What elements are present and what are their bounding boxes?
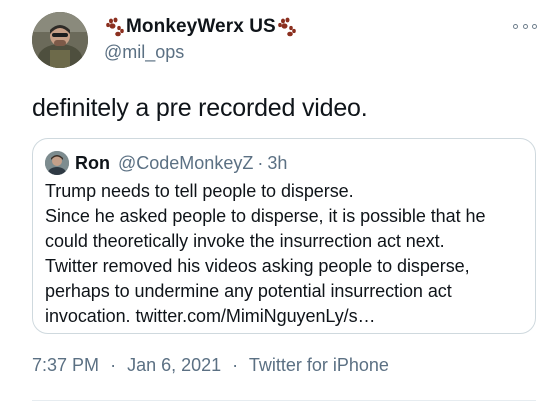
- quoted-tweet-time[interactable]: 3h: [267, 153, 287, 174]
- tweet-text: definitely a pre recorded video.: [32, 94, 368, 122]
- tweet-source[interactable]: Twitter for iPhone: [249, 355, 389, 375]
- more-options-icon[interactable]: [513, 20, 537, 32]
- tweet-time[interactable]: 7:37 PM: [32, 355, 99, 375]
- quoted-text-line: could theoretically invoke the insurrect…: [45, 231, 445, 251]
- divider: [32, 400, 536, 401]
- more-dot: [522, 23, 528, 29]
- quoted-author-handle[interactable]: @CodeMonkeyZ: [118, 153, 253, 174]
- quoted-text-line: invocation. twitter.com/MimiNguyenLy/s…: [45, 306, 376, 326]
- quoted-text-line: perhaps to undermine any potential insur…: [45, 281, 452, 301]
- quoted-author-name[interactable]: Ron: [75, 153, 110, 174]
- tweet-date[interactable]: Jan 6, 2021: [127, 355, 221, 375]
- author-avatar[interactable]: [32, 12, 88, 68]
- tweet-meta: 7:37 PM · Jan 6, 2021 · Twitter for iPho…: [32, 355, 389, 376]
- quoted-tweet-header: Ron @CodeMonkeyZ · 3h: [75, 153, 287, 174]
- quoted-tweet-text: Trump needs to tell people to disperse. …: [45, 179, 533, 329]
- quoted-text-line: Since he asked people to disperse, it is…: [45, 206, 486, 226]
- quoted-author-avatar[interactable]: [45, 151, 69, 175]
- tweet-card: MonkeyWerx US @mil_ops definitely a pre …: [0, 0, 554, 414]
- more-dot: [513, 23, 518, 29]
- paw-prints-icon: [277, 17, 297, 37]
- author-handle[interactable]: @mil_ops: [104, 42, 184, 63]
- meta-separator: ·: [110, 355, 117, 375]
- paw-prints-icon: [105, 17, 125, 37]
- author-display-name[interactable]: MonkeyWerx US: [126, 16, 276, 38]
- quoted-header-separator: ·: [257, 153, 264, 173]
- meta-separator: ·: [232, 355, 239, 375]
- quoted-text-line: Trump needs to tell people to disperse.: [45, 181, 354, 201]
- quoted-text-line: Twitter removed his videos asking people…: [45, 256, 470, 276]
- more-dot: [532, 23, 537, 29]
- quoted-tweet-card[interactable]: Ron @CodeMonkeyZ · 3h Trump needs to tel…: [32, 138, 536, 334]
- author-name-row[interactable]: MonkeyWerx US: [104, 15, 298, 39]
